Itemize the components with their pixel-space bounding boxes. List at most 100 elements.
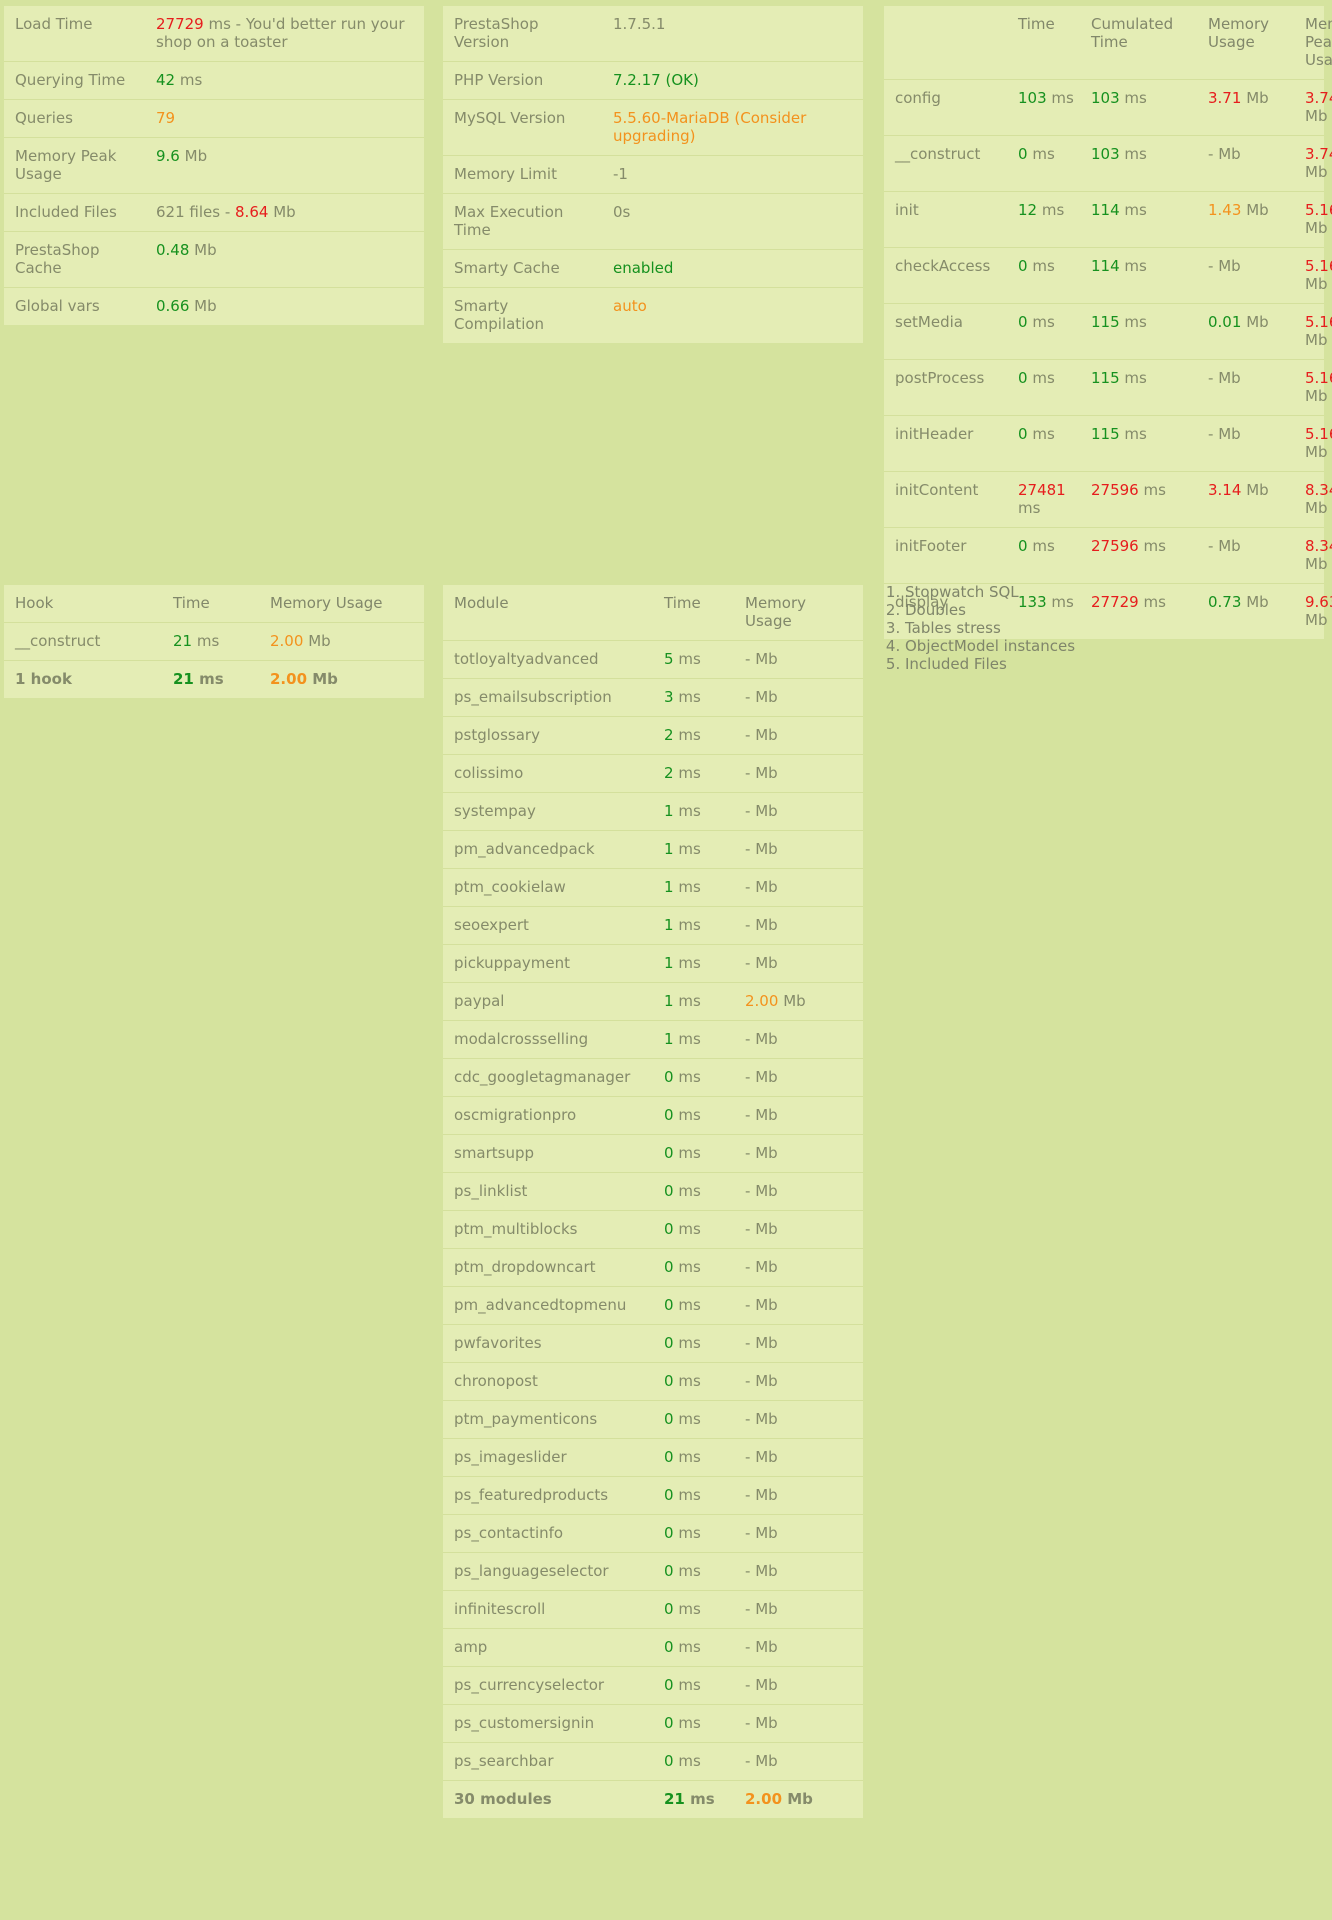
unit-label: Mb — [755, 764, 778, 782]
summary-value-part: 621 files - — [156, 203, 236, 221]
controller-time-value: 27481 — [1018, 481, 1066, 499]
modules-name: paypal — [443, 982, 653, 1021]
debug-link[interactable]: Stopwatch SQL — [905, 583, 1304, 601]
controller-cum: 27596 ms — [1080, 471, 1197, 528]
unit-label: ms — [678, 688, 701, 706]
debug-link[interactable]: ObjectModel instances — [905, 637, 1304, 655]
unit-label: Mb — [1218, 145, 1241, 163]
modules-name: oscmigrationpro — [443, 1096, 653, 1135]
summary-value: 27729 ms - You'd better run your shop on… — [145, 6, 424, 62]
unit-label: ms — [678, 1752, 701, 1770]
modules-memory: - Mb — [734, 1324, 863, 1363]
controller-mem-value: 0.01 — [1208, 313, 1242, 331]
controller-mem: 0.01 Mb — [1197, 303, 1294, 360]
modules-memory-value: - — [745, 1334, 751, 1352]
modules-name: ps_languageselector — [443, 1552, 653, 1591]
unit-label: ms — [678, 954, 701, 972]
modules-memory: - Mb — [734, 1248, 863, 1287]
modules-row: seoexpert 1 ms - Mb — [443, 906, 863, 945]
modules-time-value: 0 — [664, 1410, 674, 1428]
unit-label: Mb — [1305, 163, 1328, 181]
modules-memory: - Mb — [734, 868, 863, 907]
unit-label: ms — [1032, 257, 1055, 275]
modules-memory: - Mb — [734, 1210, 863, 1249]
config-label: Smarty Cache — [443, 249, 602, 288]
modules-time-value: 0 — [664, 1676, 674, 1694]
config-row: Memory Limit -1 — [443, 155, 863, 194]
summary-label: Global vars — [15, 297, 100, 315]
modules-memory: - Mb — [734, 640, 863, 679]
summary-label: Queries — [4, 99, 145, 138]
controller-time-value: 12 — [1018, 201, 1038, 219]
modules-time-value: 0 — [664, 1220, 674, 1238]
modules-memory-value: - — [745, 916, 751, 934]
config-row: PHP Version 7.2.17 (OK) — [443, 61, 863, 100]
unit-label: Mb — [312, 670, 338, 688]
debug-link[interactable]: Included Files — [905, 655, 1304, 673]
modules-time: 0 ms — [653, 1172, 734, 1211]
controller-mem: - Mb — [1197, 359, 1294, 416]
summary-value-part: Mb — [189, 241, 217, 259]
modules-time-value: 1 — [664, 992, 674, 1010]
modules-time: 0 ms — [653, 1248, 734, 1287]
config-label: Max Execution Time — [443, 193, 602, 250]
debug-link[interactable]: Tables stress — [905, 619, 1304, 637]
controller-step-name: initHeader — [884, 415, 1007, 472]
modules-time-value: 0 — [664, 1600, 674, 1618]
controller-mem-value: 3.14 — [1208, 481, 1242, 499]
unit-label: ms — [1032, 369, 1055, 387]
hooks-panel: Hook Time Memory Usage __construct 21 ms 2… — [4, 585, 424, 698]
modules-memory: - Mb — [734, 716, 863, 755]
controller-cum: 114 ms — [1080, 247, 1197, 304]
hooks-memory-value: 2.00 — [270, 670, 308, 688]
modules-memory-value: - — [745, 878, 751, 896]
unit-label: Mb — [755, 688, 778, 706]
modules-time: 0 ms — [653, 1210, 734, 1249]
config-panel: PrestaShop Version 1.7.5.1 PHP Version 7.2.… — [443, 6, 863, 343]
unit-label: Mb — [1218, 257, 1241, 275]
modules-time-value: 0 — [664, 1752, 674, 1770]
controller-time: 27481 ms — [1007, 471, 1080, 528]
controller-cum-value: 103 — [1091, 89, 1120, 107]
unit-label: ms — [1124, 145, 1147, 163]
controller-mem-value: - — [1208, 369, 1214, 387]
modules-memory: - Mb — [734, 1400, 863, 1439]
unit-label: Mb — [755, 1372, 778, 1390]
unit-label: Mb — [755, 916, 778, 934]
modules-row: pm_advancedpack 1 ms - Mb — [443, 830, 863, 869]
modules-row: pstglossary 2 ms - Mb — [443, 716, 863, 755]
controller-cum: 115 ms — [1080, 415, 1197, 472]
modules-time-value: 1 — [664, 878, 674, 896]
unit-label: Mb — [755, 1676, 778, 1694]
config-table: PrestaShop Version 1.7.5.1 PHP Version 7.2.… — [443, 6, 863, 343]
controller-cum-value: 103 — [1091, 145, 1120, 163]
config-value: 1.7.5.1 — [602, 6, 863, 62]
controller-mem: - Mb — [1197, 135, 1294, 192]
controller-time-value: 0 — [1018, 425, 1028, 443]
controller-peak-value: 5.16 — [1305, 369, 1332, 387]
modules-time-value: 3 — [664, 688, 674, 706]
summary-value-part: Mb — [189, 297, 217, 315]
modules-time-value: 0 — [664, 1448, 674, 1466]
controller-time-value: 103 — [1018, 89, 1047, 107]
controller-step-name: __construct — [884, 135, 1007, 192]
modules-memory: - Mb — [734, 944, 863, 983]
controller-time: 0 ms — [1007, 415, 1080, 472]
config-row: PrestaShop Version 1.7.5.1 — [443, 6, 863, 62]
modules-name: cdc_googletagmanager — [443, 1058, 653, 1097]
debug-link[interactable]: Doubles — [905, 601, 1304, 619]
modules-time: 1 ms — [653, 982, 734, 1021]
controller-mem-value: - — [1208, 425, 1214, 443]
unit-label: Mb — [1305, 611, 1328, 629]
controller-peak-value: 8.34 — [1305, 481, 1332, 499]
controller-time: 103 ms — [1007, 79, 1080, 136]
summary-value: 0.48 Mb — [145, 231, 424, 288]
hooks-time: 21 ms — [162, 622, 259, 661]
controller-cum: 115 ms — [1080, 303, 1197, 360]
unit-label: ms — [678, 726, 701, 744]
config-value-part: 1.7.5.1 — [613, 15, 666, 33]
controller-peak: 3.74 Mb — [1294, 79, 1332, 136]
summary-row: Included Files 621 files - 8.64 Mb — [4, 193, 424, 232]
hooks-col-time: Time — [162, 585, 259, 623]
unit-label: ms — [678, 1144, 701, 1162]
